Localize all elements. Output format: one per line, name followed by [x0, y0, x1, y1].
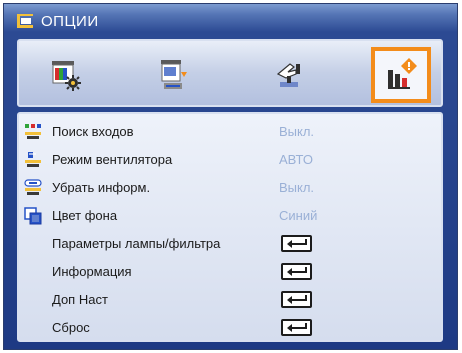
menu-item-label: Режим вентилятора: [52, 152, 173, 167]
color-palette-screen-icon: [52, 61, 81, 91]
hand-settings-icon: [276, 63, 300, 87]
options-title-icon: [17, 14, 33, 28]
menu-item-label: Информация: [52, 264, 132, 279]
menu-row-background-color[interactable]: Цвет фона Синий: [19, 202, 439, 230]
enter-key-icon[interactable]: [281, 235, 312, 252]
background-color-icon: [24, 207, 42, 225]
menu-item-label: Цвет фона: [52, 208, 118, 223]
menu-row-fan-mode[interactable]: Режим вентилятора АВТО: [19, 146, 439, 174]
source-search-icon: [25, 124, 41, 139]
menu-item-label: Доп Наст: [52, 292, 108, 307]
options-menu-list: Поиск входов Выкл. Режим вентилятора АВТ…: [17, 112, 443, 342]
window-title: ОПЦИИ: [41, 13, 99, 30]
tab-setup[interactable]: [259, 47, 319, 103]
tab-screen-settings[interactable]: [143, 47, 203, 103]
info-hide-icon: [24, 179, 42, 195]
osd-menu-window: ОПЦИИ Поиск входов Выкл. Режим вентилято…: [3, 3, 458, 350]
menu-row-advanced[interactable]: Доп Наст: [19, 286, 439, 314]
menu-row-source-search[interactable]: Поиск входов Выкл.: [19, 118, 439, 146]
tab-bar: [17, 39, 443, 107]
menu-item-value: Выкл.: [279, 124, 315, 139]
title-bar: ОПЦИИ: [4, 4, 457, 38]
menu-item-label: Поиск входов: [52, 124, 134, 139]
enter-key-icon[interactable]: [281, 291, 312, 308]
menu-item-value: Синий: [279, 208, 318, 223]
menu-row-reset[interactable]: Сброс: [19, 314, 439, 342]
tab-options[interactable]: [371, 47, 431, 103]
menu-item-label: Параметры лампы/фильтра: [52, 236, 221, 251]
menu-row-lamp-filter[interactable]: Параметры лампы/фильтра: [19, 230, 439, 258]
screenshot-frame: ОПЦИИ Поиск входов Выкл. Режим вентилято…: [0, 0, 462, 353]
menu-item-label: Сброс: [52, 320, 90, 335]
menu-row-info-hide[interactable]: Убрать информ. Выкл.: [19, 174, 439, 202]
menu-item-value: Выкл.: [279, 180, 315, 195]
menu-row-information[interactable]: Информация: [19, 258, 439, 286]
fan-mode-icon: [25, 152, 41, 167]
screen-projection-icon: [161, 60, 187, 89]
tab-image-settings[interactable]: [35, 47, 95, 103]
enter-key-icon[interactable]: [281, 263, 312, 280]
menu-item-value: АВТО: [279, 152, 313, 167]
enter-key-icon[interactable]: [281, 319, 312, 336]
options-bars-icon: [388, 58, 417, 89]
menu-item-label: Убрать информ.: [52, 180, 151, 195]
